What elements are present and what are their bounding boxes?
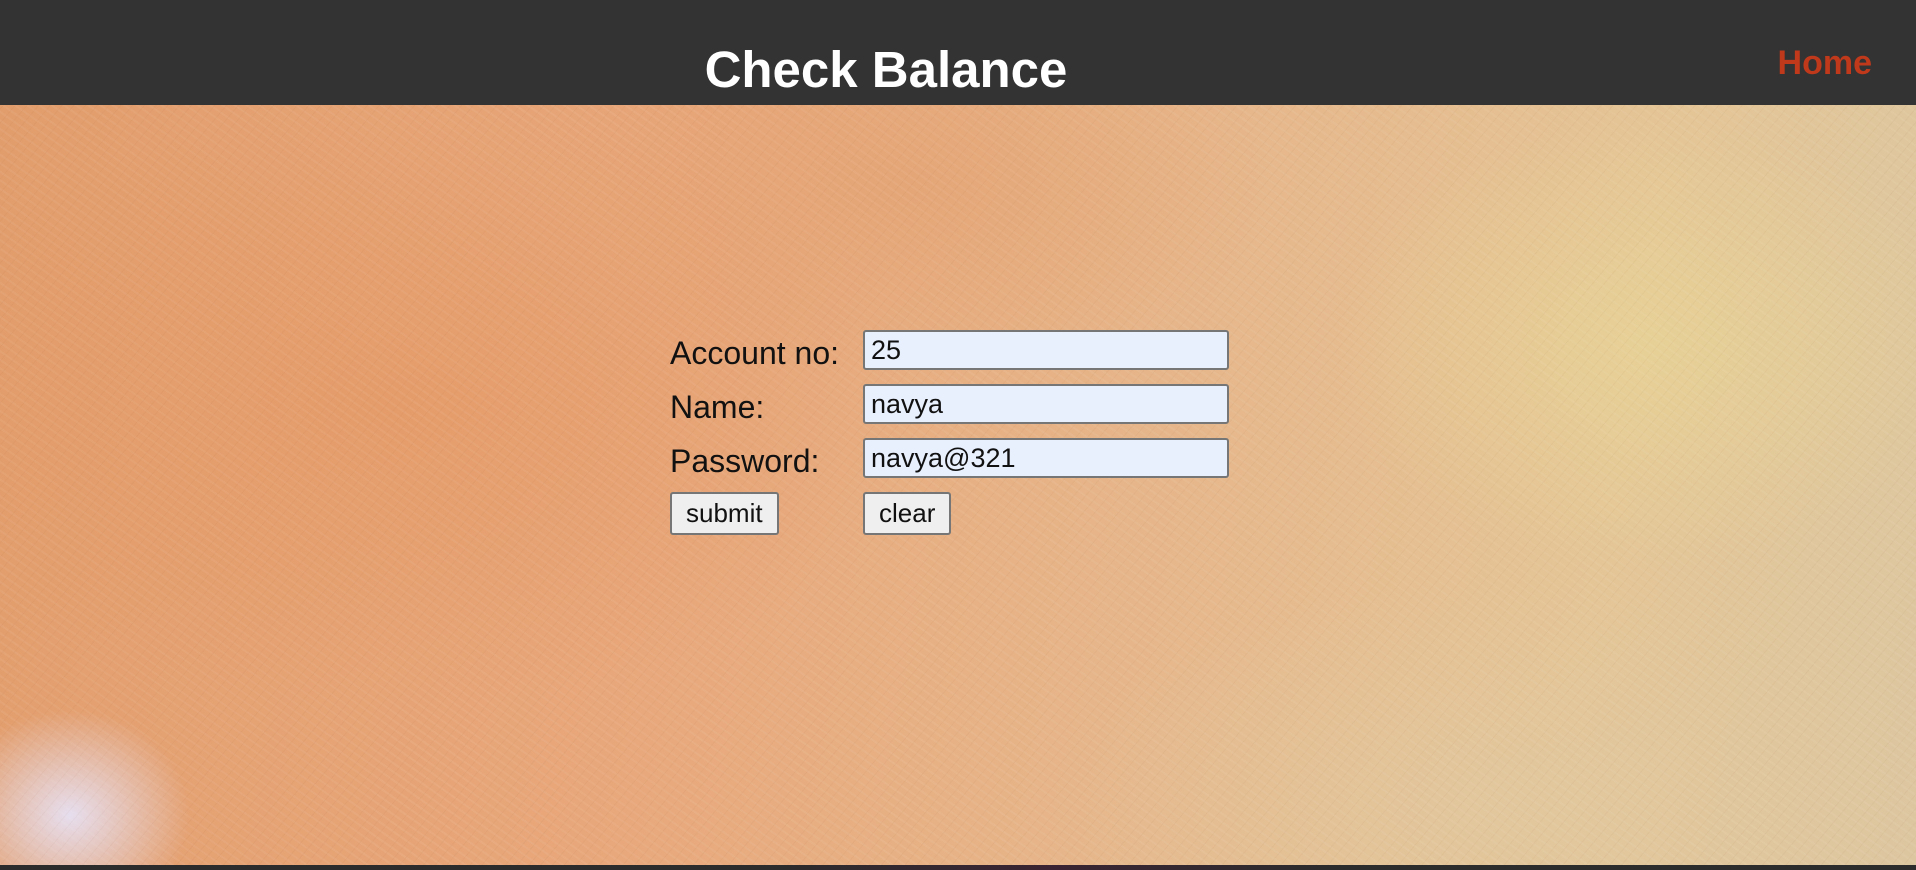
clear-button[interactable]: clear (863, 492, 952, 535)
bottom-strip (0, 865, 1916, 870)
password-label: Password: (670, 443, 820, 479)
home-link[interactable]: Home (1778, 40, 1872, 86)
name-label: Name: (670, 389, 765, 425)
texture-overlay (0, 105, 1916, 865)
page-title: Check Balance (704, 41, 1068, 98)
top-bar: Check Balance Home (0, 0, 1916, 105)
account-input[interactable] (863, 330, 1229, 370)
background-texture (0, 105, 1916, 865)
submit-button[interactable]: submit (670, 492, 779, 535)
password-input[interactable] (863, 438, 1229, 478)
account-label: Account no: (670, 335, 839, 371)
name-input[interactable] (863, 384, 1229, 424)
